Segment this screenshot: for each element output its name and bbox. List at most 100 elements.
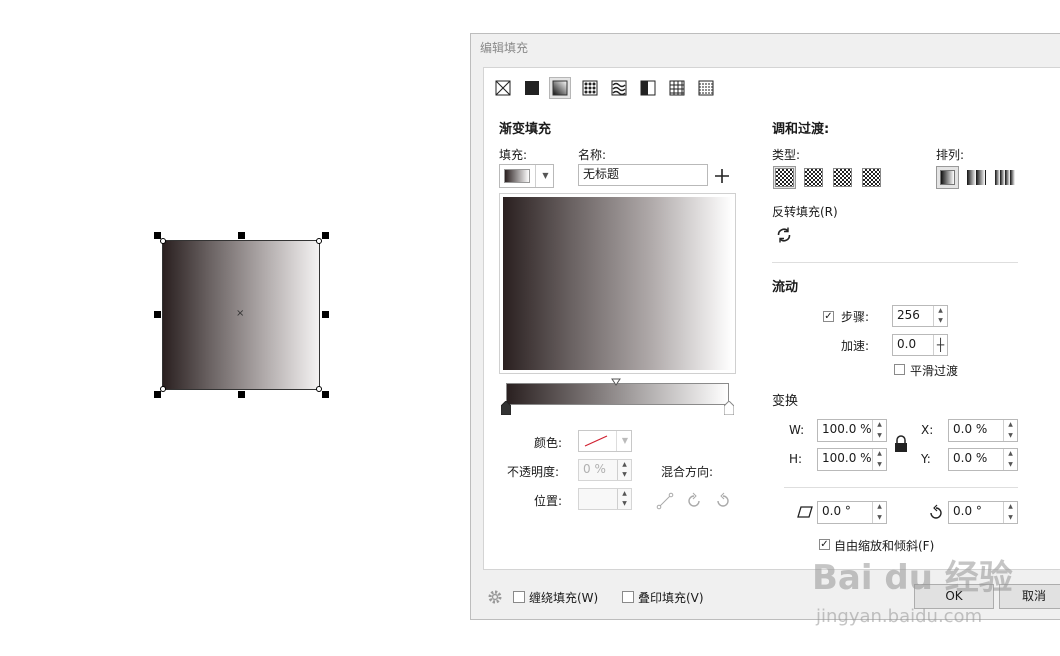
gradient-fill-icon[interactable] — [549, 77, 571, 99]
selection-handle-tr[interactable] — [322, 232, 329, 239]
steps-checkbox[interactable]: ✓ — [823, 311, 834, 322]
steps-label: 步骤: — [841, 310, 870, 324]
counterclockwise-blend-icon[interactable] — [714, 492, 732, 510]
selection-handle-r[interactable] — [322, 311, 329, 318]
x-input[interactable]: 0.0 % ▲ ▼ — [948, 419, 1018, 442]
position-label: 位置: — [534, 494, 563, 508]
linear-blend-icon[interactable] — [656, 492, 674, 510]
rotate-icon — [930, 504, 942, 519]
separator — [784, 487, 1018, 488]
name-input[interactable]: 无标题 — [578, 164, 708, 186]
height-spinner[interactable]: ▲ ▼ — [872, 449, 886, 470]
add-preset-icon[interactable] — [714, 168, 730, 184]
overprint-checkbox[interactable] — [622, 591, 634, 603]
node-dot — [160, 386, 166, 392]
flow-title: 流动 — [772, 280, 799, 295]
start-color-node[interactable] — [500, 400, 512, 416]
selection-handle-t[interactable] — [238, 232, 245, 239]
x-label: X: — [921, 423, 934, 437]
texture-fill-icon[interactable] — [668, 79, 686, 97]
width-spinner[interactable]: ▲ ▼ — [872, 420, 886, 441]
uniform-fill-icon[interactable] — [523, 79, 541, 97]
y-label: Y: — [921, 452, 931, 466]
height-input[interactable]: 100.0 % ▲ ▼ — [817, 448, 887, 471]
accel-value: 0.0 — [897, 337, 917, 351]
repeat-arrange-icon[interactable] — [967, 170, 986, 185]
selection-handle-bl[interactable] — [154, 391, 161, 398]
opacity-label: 不透明度: — [507, 465, 560, 479]
midpoint-marker-icon[interactable] — [611, 378, 621, 386]
fill-label: 填充: — [499, 148, 528, 162]
accel-slider-icon[interactable]: ┼ — [933, 335, 947, 355]
no-fill-icon[interactable] — [494, 79, 512, 97]
selection-handle-b[interactable] — [238, 391, 245, 398]
conical-type-icon[interactable] — [833, 168, 852, 187]
node-dot — [160, 238, 166, 244]
linear-type-button[interactable] — [773, 166, 796, 189]
accel-label: 加速: — [841, 339, 870, 353]
bitmap-pattern-icon[interactable] — [610, 79, 628, 97]
h-label: H: — [789, 452, 803, 466]
fill-picker[interactable]: ▼ — [499, 164, 554, 188]
postscript-fill-icon[interactable] — [697, 79, 715, 97]
two-color-pattern-icon[interactable] — [639, 79, 657, 97]
gradient-preview — [503, 197, 732, 370]
chevron-down-icon[interactable]: ▼ — [535, 165, 555, 187]
wrap-fill-label: 缠绕填充(W) — [529, 591, 599, 605]
lock-ratio-icon[interactable] — [893, 434, 909, 454]
w-label: W: — [789, 423, 805, 437]
gradient-slider[interactable] — [506, 383, 729, 405]
opacity-value: 0 % — [583, 462, 606, 476]
center-mark-icon: × — [236, 308, 245, 319]
steps-spinner[interactable]: ▲ ▼ — [933, 306, 947, 326]
skew-spinner[interactable]: ▲ ▼ — [872, 502, 886, 523]
rotate-spinner[interactable]: ▲ ▼ — [1003, 502, 1017, 523]
selection-handle-l[interactable] — [154, 311, 161, 318]
mirror-arrange-icon[interactable] — [995, 170, 1015, 185]
transform-title: 变换 — [772, 394, 799, 409]
color-picker[interactable]: ▼ — [578, 430, 632, 452]
skew-input[interactable]: 0.0 ° ▲ ▼ — [817, 501, 887, 524]
blend-title: 调和过渡: — [772, 122, 830, 137]
elliptical-type-icon[interactable] — [804, 168, 823, 187]
accel-input[interactable]: 0.0 ┼ — [892, 334, 948, 356]
clockwise-blend-icon[interactable] — [685, 492, 703, 510]
watermark-url: jingyan.baidu.com — [816, 606, 983, 627]
dialog-panel: 渐变填充 填充: 名称: ▼ 无标题 颜色: ▼ 不透明度: 0 % ▲ ▼ 位… — [483, 67, 1060, 570]
dialog-title: 编辑填充 — [480, 41, 529, 55]
smooth-label: 平滑过渡 — [910, 364, 959, 378]
width-value: 100.0 % — [822, 422, 872, 436]
vector-pattern-icon[interactable] — [581, 79, 599, 97]
end-color-node[interactable] — [723, 400, 735, 416]
x-spinner[interactable]: ▲ ▼ — [1003, 420, 1017, 441]
fill-swatch — [504, 169, 530, 183]
default-arrange-icon — [940, 170, 955, 185]
free-scale-checkbox[interactable]: ✓ — [819, 539, 830, 550]
width-input[interactable]: 100.0 % ▲ ▼ — [817, 419, 887, 442]
gear-icon[interactable] — [487, 589, 503, 605]
smooth-checkbox[interactable] — [894, 364, 905, 375]
position-spinner[interactable]: ▲ ▼ — [617, 489, 631, 509]
reverse-fill-icon[interactable] — [775, 226, 793, 244]
y-input[interactable]: 0.0 % ▲ ▼ — [948, 448, 1018, 471]
y-spinner[interactable]: ▲ ▼ — [1003, 449, 1017, 470]
default-arrange-button[interactable] — [936, 166, 959, 189]
arrange-label: 排列: — [936, 148, 965, 162]
selection-handle-br[interactable] — [322, 391, 329, 398]
opacity-input[interactable]: 0 % ▲ ▼ — [578, 459, 632, 481]
chevron-down-icon[interactable]: ▼ — [616, 431, 633, 451]
steps-value: 256 — [897, 308, 920, 322]
opacity-spinner[interactable]: ▲ ▼ — [617, 460, 631, 480]
y-value: 0.0 % — [953, 451, 988, 465]
position-input[interactable]: ▲ ▼ — [578, 488, 632, 510]
height-value: 100.0 % — [822, 451, 872, 465]
rectangular-type-icon[interactable] — [862, 168, 881, 187]
steps-input[interactable]: 256 ▲ ▼ — [892, 305, 948, 327]
skew-value: 0.0 ° — [822, 504, 851, 518]
rotate-input[interactable]: 0.0 ° ▲ ▼ — [948, 501, 1018, 524]
blend-direction-label: 混合方向: — [661, 465, 714, 479]
name-label: 名称: — [578, 148, 607, 162]
skew-icon — [797, 506, 813, 518]
wrap-fill-checkbox[interactable] — [513, 591, 525, 603]
node-dot — [316, 238, 322, 244]
